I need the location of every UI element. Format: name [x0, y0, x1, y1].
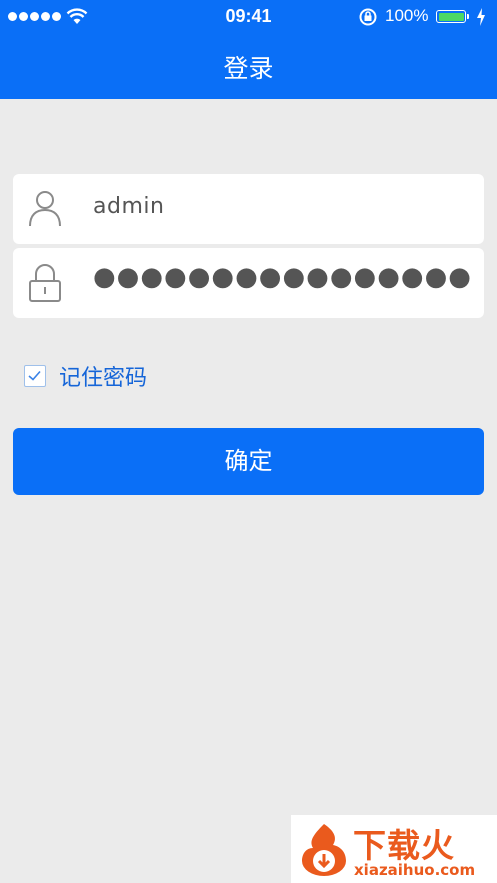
- watermark: 下载火 xiazaihuo.com: [291, 815, 497, 883]
- battery-fill: [438, 12, 464, 21]
- watermark-url: xiazaihuo.com: [354, 861, 476, 879]
- check-icon: [28, 370, 41, 381]
- battery-tip: [467, 14, 469, 19]
- page-title: 登录: [223, 54, 274, 83]
- rotation-lock-icon: [359, 8, 377, 26]
- username-input[interactable]: admin: [93, 194, 164, 219]
- status-bar: 09:41 100%: [0, 0, 497, 32]
- nav-bar: 登录: [0, 32, 497, 99]
- flame-logo-icon: [302, 824, 346, 876]
- remember-label: 记住密码: [59, 366, 148, 391]
- confirm-button[interactable]: 确定: [13, 428, 484, 495]
- remember-checkbox[interactable]: [24, 365, 46, 387]
- watermark-title: 下载火: [353, 826, 455, 865]
- password-field[interactable]: ●●●●●●●●●●●●●●●●: [13, 248, 484, 318]
- lock-icon: [29, 264, 61, 302]
- battery-percent: 100%: [385, 6, 429, 25]
- username-field[interactable]: admin: [13, 174, 484, 244]
- charging-bolt-icon: [477, 8, 485, 26]
- user-icon: [29, 191, 61, 227]
- password-input[interactable]: ●●●●●●●●●●●●●●●●: [93, 262, 472, 292]
- remember-password[interactable]: 记住密码: [24, 360, 147, 392]
- battery-icon: [436, 10, 466, 23]
